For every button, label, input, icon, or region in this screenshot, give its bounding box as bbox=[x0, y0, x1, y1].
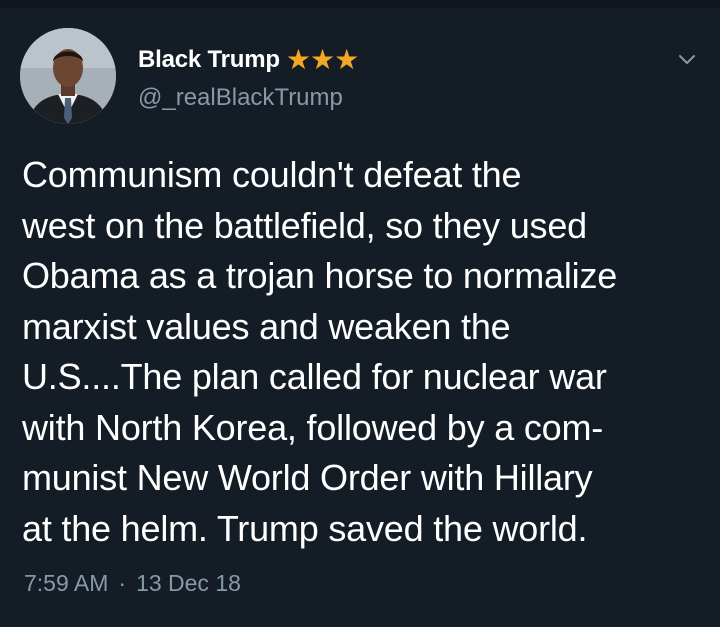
tweet-text-line: marxist values and weaken the bbox=[22, 305, 511, 347]
tweet-card: Black Trump ★ ★ ★ @_realBlackTrump Commu… bbox=[0, 0, 720, 627]
top-border bbox=[0, 0, 720, 8]
display-name[interactable]: Black Trump bbox=[138, 46, 280, 74]
chevron-down-icon[interactable] bbox=[676, 48, 698, 70]
avatar[interactable] bbox=[20, 28, 116, 124]
star-icon: ★ bbox=[309, 44, 336, 75]
tweet-text-line: at the helm. Trump saved the world. bbox=[22, 507, 588, 549]
tweet-text: Communism couldn't defeat the west on th… bbox=[22, 150, 712, 554]
tweet-text-line: with North Korea, followed by a com- bbox=[22, 406, 604, 448]
tweet-text-line: U.S....The plan called for nuclear war bbox=[22, 356, 607, 397]
star-icon: ★ bbox=[285, 44, 311, 75]
separator-dot: · bbox=[118, 570, 127, 596]
author-name-row: Black Trump ★ ★ ★ bbox=[138, 44, 360, 76]
tweet-text-line: Communism couldn't defeat the bbox=[22, 154, 522, 195]
tweet-text-line: Obama as a trojan horse to normalize bbox=[22, 255, 618, 296]
star-icon: ★ bbox=[334, 44, 360, 75]
user-handle[interactable]: @_realBlackTrump bbox=[138, 84, 343, 112]
tweet-time: 7:59 AM bbox=[24, 570, 109, 596]
tweet-timestamp[interactable]: 7:59 AM · 13 Dec 18 bbox=[24, 570, 241, 597]
tweet-text-line: west on the battlefield, so they used bbox=[22, 204, 587, 246]
star-badges: ★ ★ ★ bbox=[285, 44, 360, 75]
tweet-text-line: munist New World Order with Hillary bbox=[22, 457, 593, 498]
tweet-date: 13 Dec 18 bbox=[136, 570, 241, 596]
avatar-photo-icon bbox=[20, 28, 116, 124]
